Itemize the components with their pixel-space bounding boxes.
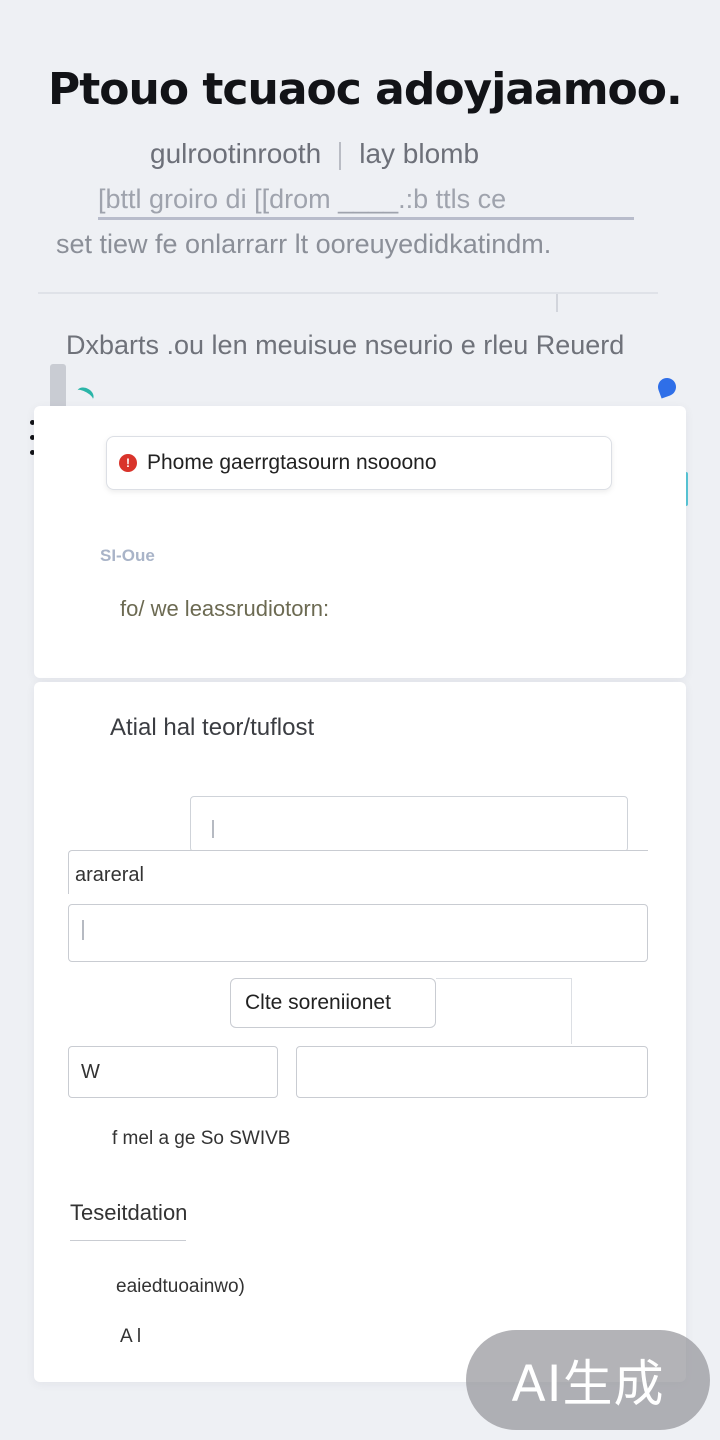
wide-input[interactable] — [68, 904, 648, 962]
card-label: SI-Oue — [100, 546, 155, 565]
ghost-outline — [436, 978, 572, 1044]
right-input[interactable] — [296, 1046, 648, 1098]
form-title: Atial hal teor/tuflost — [110, 714, 315, 741]
ai-text: A l — [120, 1326, 142, 1347]
subtitle-right: lay blomb — [359, 138, 480, 169]
card-text: fo/ we leassrudiotorn: — [120, 596, 330, 621]
extended-text: eaiedtuoainwo) — [116, 1276, 245, 1297]
header-link[interactable]: [bttl groiro di [[drom ____.:b ttls ce — [98, 184, 634, 220]
teal-accent-icon — [73, 384, 97, 406]
side-tab[interactable] — [50, 364, 66, 410]
fine-print: f mel a ge So SWIVB — [112, 1128, 291, 1149]
section-heading: Teseitdation — [70, 1200, 187, 1241]
alert-icon: ! — [119, 454, 137, 472]
alert-card: ! Phome gaerrgtasourn nsooono SI-Oue fo/… — [34, 406, 686, 678]
subtitle-left: gulrootinrooth — [150, 138, 322, 169]
ai-generated-watermark: AI生成 — [466, 1330, 710, 1430]
cite-button[interactable]: Clte soreniionet — [230, 978, 436, 1028]
text-cursor — [212, 820, 214, 838]
location-pin-icon — [655, 375, 679, 399]
text-cursor-wide — [82, 920, 84, 940]
form-card: Atial hal teor/tuflost arareral Clte sor… — [34, 682, 686, 1382]
alert-banner[interactable]: ! Phome gaerrgtasourn nsooono — [106, 436, 612, 490]
reward-line: Dxbarts .ou len meuisue nseurio e rleu R… — [66, 330, 625, 360]
alert-text: Phome gaerrgtasourn nsooono — [147, 451, 437, 474]
header-divider — [38, 292, 658, 294]
divider-tick — [556, 294, 558, 312]
subtitle-divider — [339, 141, 342, 170]
page-title: Ptouo tcuaoc adoyjaamoo. — [48, 64, 683, 115]
subtitle-row: gulrootinrooth lay blomb — [150, 138, 479, 170]
header-description: set tiew fe onlarrarr lt ooreuyedidkatin… — [56, 229, 552, 259]
top-input[interactable] — [190, 796, 628, 852]
w-input[interactable] — [68, 1046, 278, 1098]
arateral-label: arareral — [68, 850, 648, 894]
